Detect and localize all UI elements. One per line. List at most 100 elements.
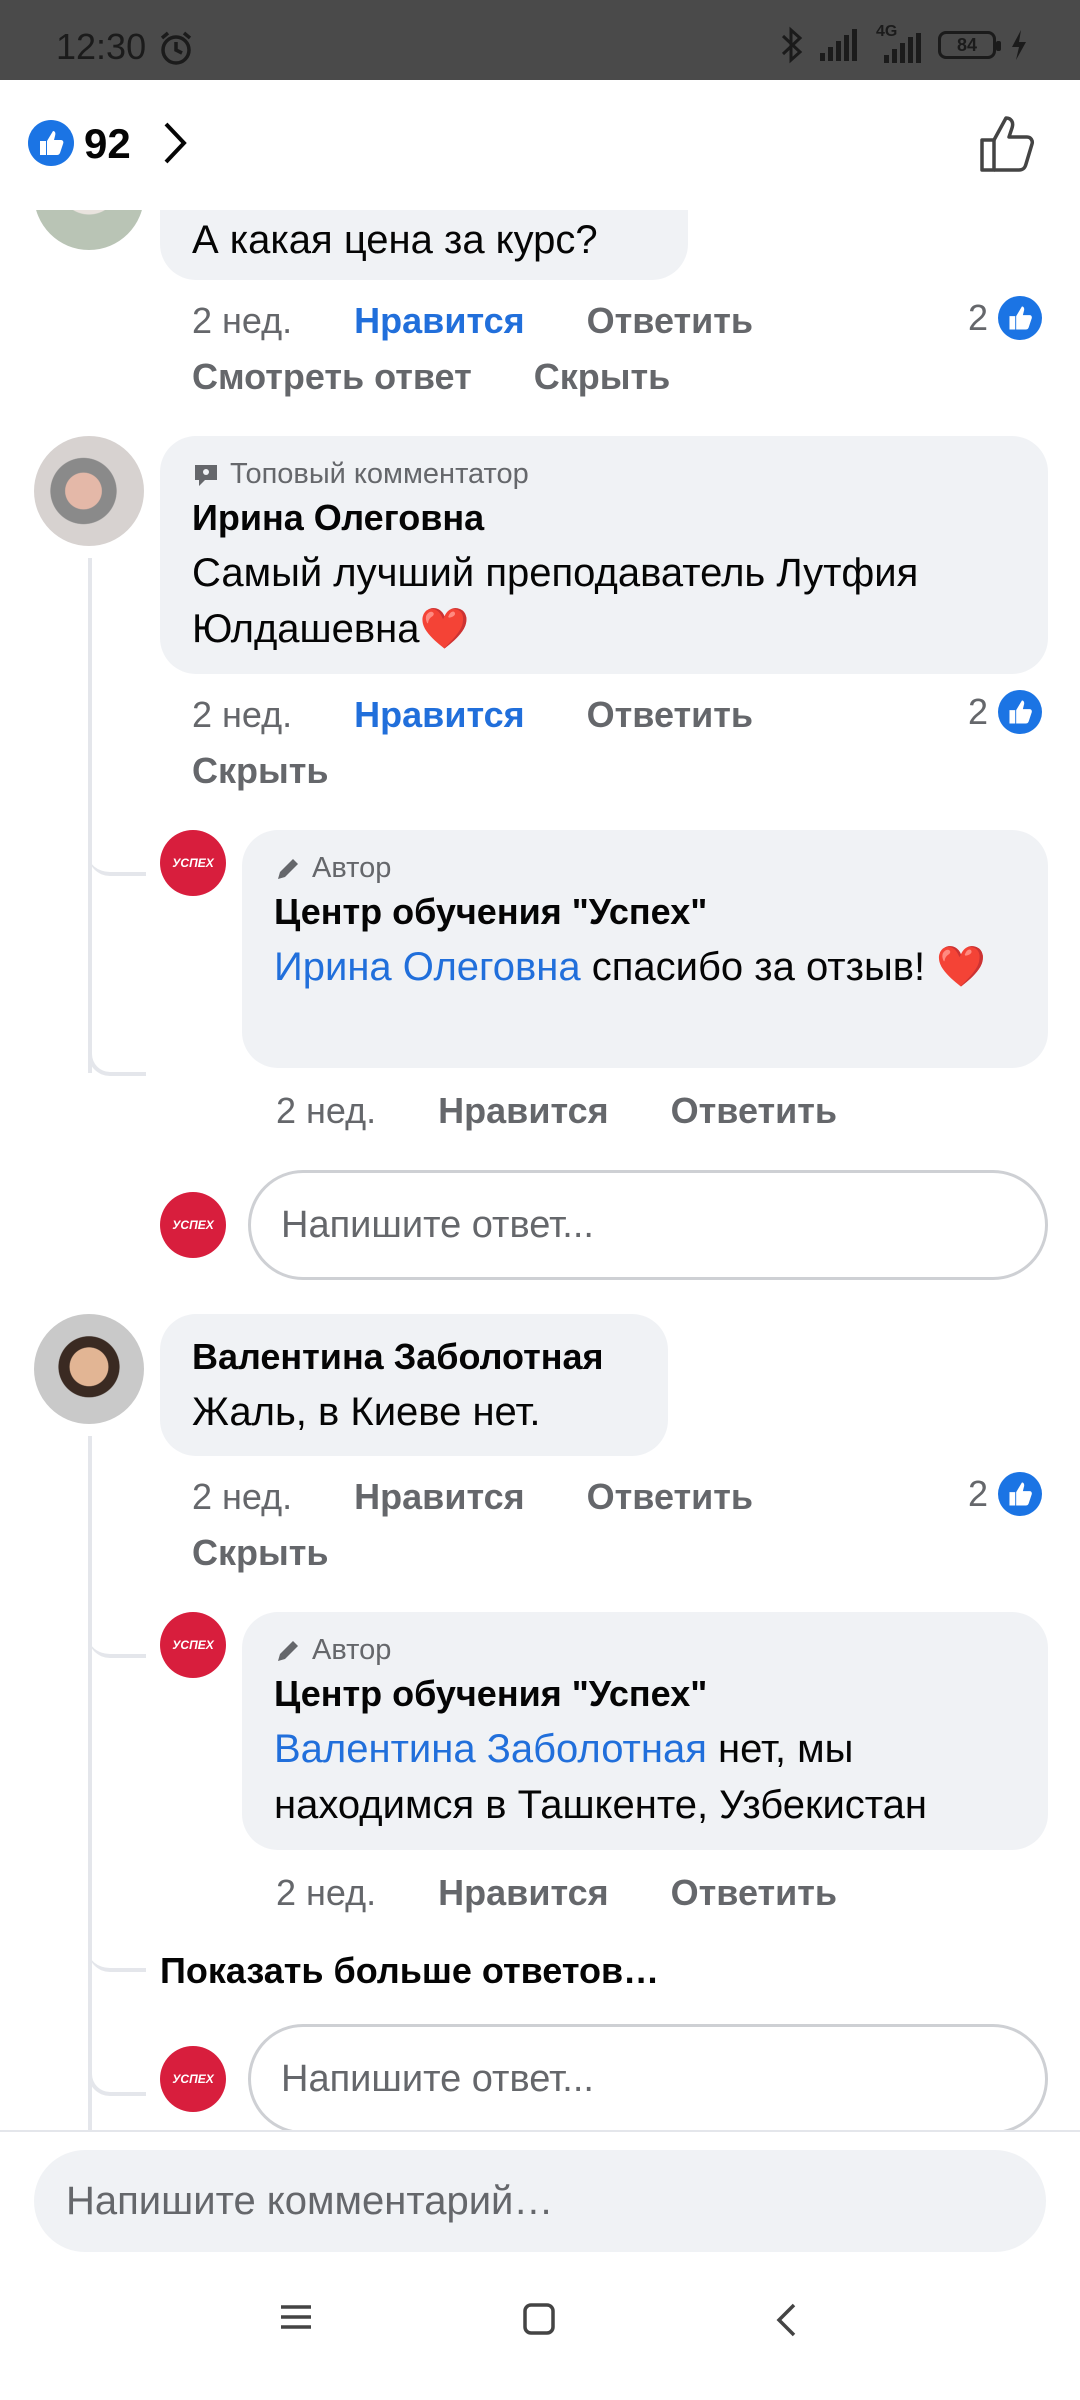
hide-button[interactable]: Скрыть bbox=[534, 356, 671, 397]
comment-text: Жаль, в Киеве нет. bbox=[192, 1390, 541, 1434]
thread-connector bbox=[88, 2040, 146, 2096]
reply-actions: 2 нед. Нравится Ответить bbox=[276, 1872, 889, 1914]
author-badge: Автор bbox=[274, 1634, 1016, 1667]
badge-label: Топовый комментатор bbox=[230, 458, 529, 490]
heart-emoji: ❤️ bbox=[936, 945, 987, 989]
view-reply-button[interactable]: Смотреть ответ bbox=[192, 356, 472, 397]
system-nav-bar bbox=[0, 2260, 1080, 2400]
avatar[interactable] bbox=[34, 1314, 144, 1424]
comment-bubble[interactable]: А какая цена за курс? bbox=[160, 210, 688, 280]
reply-placeholder: Напишите ответ... bbox=[281, 1203, 594, 1246]
avatar[interactable] bbox=[34, 210, 144, 250]
like-button-icon[interactable] bbox=[978, 114, 1036, 174]
comment-actions: 2 нед. Нравится Ответить bbox=[192, 694, 805, 736]
status-icons: 4G 84 bbox=[780, 23, 1028, 64]
reply-button[interactable]: Ответить bbox=[671, 1090, 837, 1131]
battery-icon: 84 bbox=[938, 31, 1001, 59]
show-more-replies[interactable]: Показать больше ответов… bbox=[160, 1950, 659, 1992]
thread-connector bbox=[88, 1916, 146, 1972]
page-avatar-logo: УСПЕХ bbox=[172, 2072, 214, 2086]
reply-button[interactable]: Ответить bbox=[587, 300, 753, 341]
comment-badge-icon bbox=[195, 464, 217, 486]
reaction-count: 2 bbox=[968, 691, 989, 732]
reply-button[interactable]: Ответить bbox=[671, 1872, 837, 1913]
chevron-right-icon[interactable] bbox=[160, 120, 190, 166]
page-avatar-logo: УСПЕХ bbox=[172, 856, 214, 870]
comment-actions-secondary: Скрыть bbox=[192, 750, 381, 792]
thread-connector bbox=[88, 1590, 146, 1658]
reply-input[interactable]: Напишите ответ... bbox=[248, 2024, 1048, 2130]
pencil-icon bbox=[278, 1640, 298, 1661]
reply-message: спасибо за отзыв! bbox=[591, 945, 926, 989]
mention-link[interactable]: Ирина Олеговна bbox=[274, 945, 581, 989]
reply-author[interactable]: Центр обучения "Успех" bbox=[274, 891, 1016, 933]
comment-bubble[interactable]: Валентина Заболотная Жаль, в Киеве нет. bbox=[160, 1314, 668, 1456]
reply-input[interactable]: Напишите ответ... bbox=[248, 1170, 1048, 1280]
reaction-count: 2 bbox=[968, 297, 989, 338]
pencil-icon bbox=[278, 858, 298, 879]
badge-label: Автор bbox=[312, 852, 392, 884]
alarm-icon bbox=[160, 31, 192, 65]
signal-4g-icon: 4G bbox=[876, 23, 924, 63]
comments-list[interactable]: А какая цена за курс? 2 нед. Нравится От… bbox=[0, 210, 1080, 2130]
back-icon[interactable] bbox=[774, 2302, 800, 2338]
page-avatar-logo: УСПЕХ bbox=[172, 1638, 214, 1652]
like-button[interactable]: Нравится bbox=[354, 694, 524, 735]
comment-author[interactable]: Валентина Заболотная bbox=[192, 1336, 636, 1378]
comment-reactions[interactable]: 2 bbox=[968, 690, 1043, 734]
like-button[interactable]: Нравится bbox=[354, 1476, 524, 1517]
mention-link[interactable]: Валентина Заболотная bbox=[274, 1727, 707, 1771]
reply-button[interactable]: Ответить bbox=[587, 1476, 753, 1517]
menu-icon[interactable] bbox=[278, 2302, 314, 2332]
reply-text: Валентина Заболотная нет, мы находимся в… bbox=[274, 1721, 1016, 1833]
comment-time: 2 нед. bbox=[192, 300, 293, 341]
reply-bubble[interactable]: Автор Центр обучения "Успех" Ирина Олего… bbox=[242, 830, 1048, 1068]
comment-input[interactable]: Напишите комментарий… bbox=[34, 2150, 1046, 2252]
status-bar: 12:30 4G 84 bbox=[0, 0, 1080, 80]
page-avatar-logo: УСПЕХ bbox=[172, 1218, 214, 1232]
like-button[interactable]: Нравится bbox=[438, 1090, 608, 1131]
reply-text: Ирина Олеговна спасибо за отзыв! ❤️ bbox=[274, 939, 1016, 995]
comment-placeholder: Напишите комментарий… bbox=[66, 2178, 554, 2223]
page-avatar[interactable]: УСПЕХ bbox=[160, 830, 226, 896]
top-commenter-badge: Топовый комментатор bbox=[192, 458, 1016, 491]
like-reaction-icon bbox=[998, 690, 1043, 734]
reply-time: 2 нед. bbox=[276, 1090, 377, 1131]
comment-text: А какая цена за курс? bbox=[192, 218, 598, 262]
page-avatar[interactable]: УСПЕХ bbox=[160, 1612, 226, 1678]
reply-button[interactable]: Ответить bbox=[587, 694, 753, 735]
like-reaction-icon bbox=[998, 296, 1043, 340]
reply-bubble[interactable]: Автор Центр обучения "Успех" Валентина З… bbox=[242, 1612, 1048, 1850]
thread-line bbox=[88, 1436, 92, 2130]
author-badge: Автор bbox=[274, 852, 1016, 885]
home-icon[interactable] bbox=[522, 2302, 556, 2336]
like-reaction-icon bbox=[998, 1472, 1043, 1516]
reaction-count[interactable]: 92 bbox=[84, 120, 131, 168]
comment-composer-bar: Напишите комментарий… bbox=[0, 2130, 1080, 2260]
comment-author[interactable]: Ирина Олеговна bbox=[192, 497, 1016, 539]
comment-reactions[interactable]: 2 bbox=[968, 1472, 1043, 1516]
battery-level: 84 bbox=[956, 34, 978, 55]
reaction-count: 2 bbox=[968, 1473, 989, 1514]
comment-time: 2 нед. bbox=[192, 694, 293, 735]
comment-reactions[interactable]: 2 bbox=[968, 296, 1043, 340]
reply-time: 2 нед. bbox=[276, 1872, 377, 1913]
thread-connector bbox=[88, 1020, 146, 1076]
charging-icon bbox=[1012, 30, 1026, 60]
comment-actions: 2 нед. Нравится Ответить bbox=[192, 300, 805, 342]
like-reaction-icon bbox=[28, 120, 74, 166]
badge-label: Автор bbox=[312, 1634, 392, 1666]
status-time: 12:30 bbox=[56, 26, 147, 67]
page-avatar: УСПЕХ bbox=[160, 1192, 226, 1258]
hide-button[interactable]: Скрыть bbox=[192, 750, 329, 791]
reply-placeholder: Напишите ответ... bbox=[281, 2057, 594, 2100]
reply-author[interactable]: Центр обучения "Успех" bbox=[274, 1673, 1016, 1715]
comment-bubble[interactable]: Топовый комментатор Ирина Олеговна Самый… bbox=[160, 436, 1048, 674]
avatar[interactable] bbox=[34, 436, 144, 546]
page-avatar: УСПЕХ bbox=[160, 2046, 226, 2112]
like-button[interactable]: Нравится bbox=[354, 300, 524, 341]
comment-time: 2 нед. bbox=[192, 1476, 293, 1517]
reply-actions: 2 нед. Нравится Ответить bbox=[276, 1090, 889, 1132]
like-button[interactable]: Нравится bbox=[438, 1872, 608, 1913]
hide-button[interactable]: Скрыть bbox=[192, 1532, 329, 1573]
